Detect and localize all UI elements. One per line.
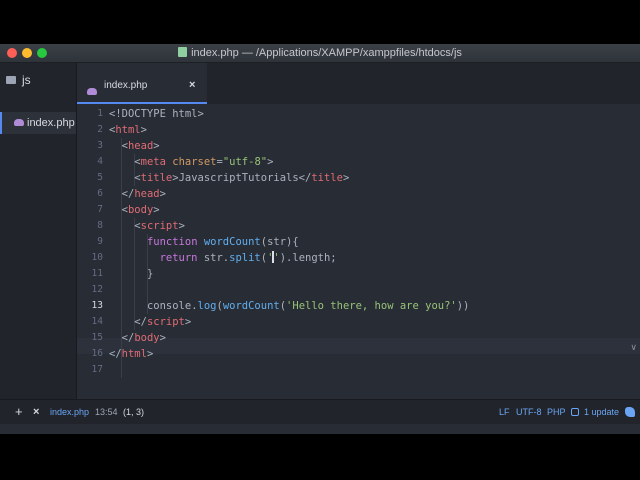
line-number: 16 [91,348,103,359]
code-line-11: } [146,268,154,280]
update-icon [571,408,579,416]
line-number: 4 [97,156,103,167]
line-number: 2 [97,124,103,135]
code-line-1: <!DOCTYPE html> [109,108,204,120]
code-line-7: <body> [121,204,160,216]
line-number: 10 [91,252,103,263]
squirrel-icon[interactable] [625,407,635,417]
line-number: 3 [97,140,103,151]
close-icon[interactable]: × [33,400,39,424]
tree-item-index-php[interactable]: index.php [0,112,76,134]
line-number: 14 [91,316,103,327]
code-line-3: <head> [121,140,160,152]
line-number: 1 [97,108,103,119]
tree-root-label: js [22,73,31,87]
line-number-gutter: 1 2 3 4 5 6 7 8 9 10 11 12 13 14 15 16 17 [77,106,109,399]
tree-item-label: index.php [27,117,75,129]
code-line-14: </script> [134,316,192,328]
updates-link[interactable]: 1 update [584,400,619,424]
add-file-icon[interactable]: + [15,400,23,424]
code-line-9: function wordCount(str){ [146,236,299,248]
code-line-16: </html> [109,348,154,360]
line-number: 17 [91,364,103,375]
line-number: 7 [97,204,103,215]
code-line-15: </body> [121,332,166,344]
status-file-name[interactable]: index.php [50,400,89,424]
code-line-10: return str.split('').length; [159,251,337,264]
encoding-selector[interactable]: UTF-8 [516,400,542,424]
line-number: 11 [91,268,103,279]
php-elephant-icon [87,88,97,95]
line-number: 9 [97,236,103,247]
code-line-6: </head> [121,188,166,200]
code-editor[interactable]: 1 2 3 4 5 6 7 8 9 10 11 12 13 14 15 16 17 <!DOCTYPE html… [77,106,640,399]
code-line-13: console.log(wordCount('Hello there, how … [146,300,470,312]
line-number: 6 [97,188,103,199]
php-file-icon [178,47,188,57]
line-ending-selector[interactable]: LF [499,400,510,424]
tab-label: index.php [104,80,148,91]
tab-index-php[interactable]: index.php × [77,63,207,104]
window-title: index.php — /Applications/XAMPP/xamppfil… [191,47,462,59]
tree-root-folder[interactable]: js [6,73,31,87]
folder-icon [6,76,16,84]
window-title-wrap: index.php — /Applications/XAMPP/xamppfil… [0,46,640,60]
line-number: 13 [91,300,103,311]
line-number: 8 [97,220,103,231]
code-line-2: <html> [109,124,147,136]
status-time: 13:54 [95,407,118,417]
php-elephant-icon [14,119,24,126]
status-bar: + × index.php 13:54 (1, 3) LF UTF-8 PHP … [0,399,640,424]
tab-close-icon[interactable]: × [189,79,195,91]
line-number: 15 [91,332,103,343]
line-number: 5 [97,172,103,183]
cursor-position[interactable]: (1, 3) [123,400,144,424]
tab-bar: index.php × [77,63,640,104]
code-line-5: <title>JavascriptTutorials</title> [134,172,350,184]
grammar-selector[interactable]: PHP [547,400,566,424]
line-number: 12 [91,284,103,295]
title-bar: index.php — /Applications/XAMPP/xamppfil… [0,44,640,63]
tree-view: js index.php [0,63,77,399]
editor-window: index.php — /Applications/XAMPP/xamppfil… [0,44,640,434]
code-line-8: <script> [134,220,185,232]
code-line-4: <meta charset="utf-8"> [134,156,274,168]
scroll-marker-icon: ∨ [630,342,637,352]
